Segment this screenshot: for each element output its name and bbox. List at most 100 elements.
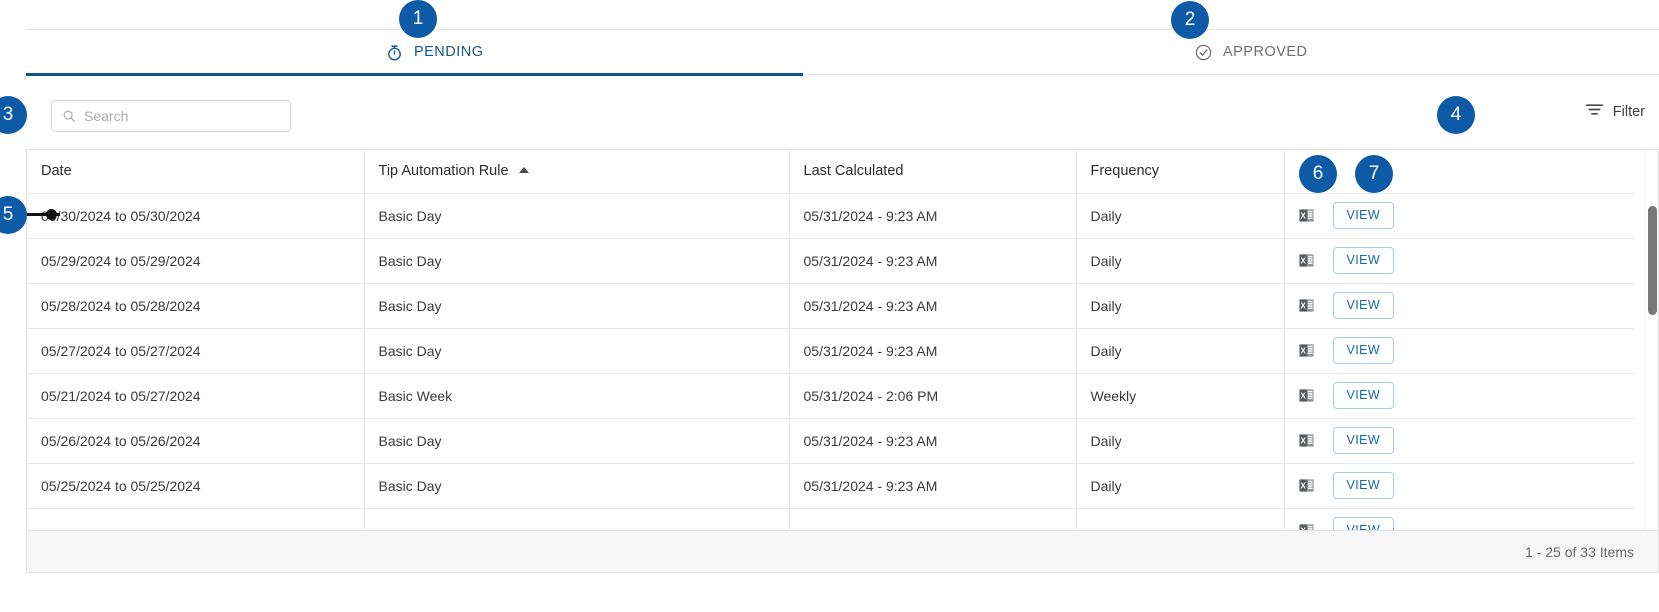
tab-pending-label: PENDING	[413, 44, 484, 60]
column-header-frequency[interactable]: Frequency	[1076, 150, 1285, 194]
view-button[interactable]: VIEW	[1332, 202, 1395, 229]
cell-last-calculated: 05/31/2024 - 9:23 AM	[789, 463, 1077, 509]
cell-actions: X VIEW	[1284, 328, 1634, 374]
callout-badge-3: 3	[0, 96, 27, 134]
cell-frequency: Daily	[1076, 463, 1285, 509]
table-row[interactable]: 05/30/2024 to 05/30/2024 Basic Day 05/31/2…	[27, 193, 1634, 239]
cell-date: 05/27/2024 to 05/27/2024	[27, 328, 365, 374]
pagination-count: 1 - 25 of 33 Items	[1525, 543, 1634, 560]
excel-icon[interactable]: X	[1298, 478, 1314, 493]
cell-date	[27, 508, 365, 530]
table-row[interactable]: 05/26/2024 to 05/26/2024 Basic Day 05/31/2…	[27, 418, 1634, 464]
excel-icon[interactable]: X	[1298, 253, 1314, 268]
cell-tip-automation-rule: Basic Day	[364, 463, 790, 509]
table-footer: 1 - 25 of 33 Items	[26, 530, 1659, 573]
cell-actions: X VIEW	[1284, 463, 1634, 509]
cell-last-calculated: 05/31/2024 - 9:23 AM	[789, 283, 1077, 329]
cell-date: 05/30/2024 to 05/30/2024	[27, 193, 365, 239]
table-row[interactable]: 05/27/2024 to 05/27/2024 Basic Day 05/31/2…	[27, 328, 1634, 374]
row-actions: X VIEW	[1298, 329, 1621, 373]
tab-pending[interactable]: PENDING	[26, 30, 843, 74]
check-circle-icon	[1194, 43, 1213, 62]
search-input[interactable]	[84, 108, 280, 124]
cell-actions: X VIEW	[1284, 283, 1634, 329]
row-actions: X VIEW	[1298, 194, 1621, 238]
column-header-last-calculated[interactable]: Last Calculated	[789, 150, 1077, 194]
table-row[interactable]: 05/21/2024 to 05/27/2024 Basic Week 05/31/…	[27, 373, 1634, 419]
filter-button[interactable]: Filter	[1585, 102, 1645, 122]
stopwatch-icon	[385, 43, 404, 62]
callout-badge-7: 7	[1355, 155, 1393, 193]
column-header-freq-label: Frequency	[1090, 163, 1160, 180]
row-actions: X VIEW	[1298, 239, 1621, 283]
search-icon	[62, 109, 76, 123]
tab-approved[interactable]: APPROVED	[843, 30, 1659, 74]
sort-ascending-icon	[518, 167, 529, 174]
svg-text:X: X	[1300, 436, 1306, 445]
excel-icon[interactable]: X	[1298, 343, 1314, 358]
cell-last-calculated	[789, 508, 1077, 530]
excel-icon[interactable]: X	[1298, 433, 1314, 448]
table-vertical-scrollbar[interactable]	[1644, 151, 1658, 530]
svg-text:X: X	[1300, 346, 1306, 355]
cell-tip-automation-rule: Basic Day	[364, 328, 790, 374]
table-row[interactable]: 05/25/2024 to 05/25/2024 Basic Day 05/31/2…	[27, 463, 1634, 509]
cell-actions: X VIEW	[1284, 193, 1634, 239]
cell-last-calculated: 05/31/2024 - 9:23 AM	[789, 238, 1077, 284]
cell-actions: X VIEW	[1284, 373, 1634, 419]
callout-badge-5: 5	[0, 196, 27, 234]
cell-actions: X VIEW	[1284, 418, 1634, 464]
table-row[interactable]: 05/28/2024 to 05/28/2024 Basic Day 05/31/2…	[27, 283, 1634, 329]
column-header-tip-automation-rule[interactable]: Tip Automation Rule	[364, 150, 790, 194]
scrollbar-thumb[interactable]	[1648, 206, 1657, 315]
cell-frequency: Daily	[1076, 283, 1285, 329]
search-box[interactable]	[51, 100, 291, 132]
cell-frequency: Daily	[1076, 238, 1285, 284]
callout-pointer-dot	[46, 209, 57, 220]
cell-actions: X VIEW	[1284, 508, 1634, 530]
cell-tip-automation-rule: Basic Day	[364, 193, 790, 239]
excel-icon[interactable]: X	[1298, 388, 1314, 403]
view-button[interactable]: VIEW	[1332, 472, 1395, 499]
callout-badge-1: 1	[399, 0, 437, 38]
cell-last-calculated: 05/31/2024 - 9:23 AM	[789, 193, 1077, 239]
view-button[interactable]: VIEW	[1332, 382, 1395, 409]
cell-last-calculated: 05/31/2024 - 2:06 PM	[789, 373, 1077, 419]
data-table: Date Tip Automation Rule Last Calculated…	[27, 150, 1634, 530]
cell-tip-automation-rule	[364, 508, 790, 530]
excel-icon[interactable]: X	[1298, 208, 1314, 223]
cell-frequency: Weekly	[1076, 373, 1285, 419]
view-button[interactable]: VIEW	[1332, 247, 1395, 274]
view-button[interactable]: VIEW	[1332, 337, 1395, 364]
row-actions: X VIEW	[1298, 464, 1621, 508]
cell-tip-automation-rule: Basic Day	[364, 418, 790, 464]
cell-last-calculated: 05/31/2024 - 9:23 AM	[789, 418, 1077, 464]
view-button[interactable]: VIEW	[1332, 292, 1395, 319]
callout-badge-2: 2	[1171, 1, 1209, 39]
svg-text:X: X	[1300, 301, 1306, 310]
excel-icon[interactable]: X	[1298, 298, 1314, 313]
table-row[interactable]: X VIEW	[27, 508, 1634, 530]
cell-frequency: Daily	[1076, 328, 1285, 374]
view-button[interactable]: VIEW	[1332, 517, 1395, 530]
column-header-calc-label: Last Calculated	[803, 163, 904, 180]
svg-text:X: X	[1300, 211, 1306, 220]
data-table-container: Date Tip Automation Rule Last Calculated…	[26, 149, 1659, 530]
column-header-date[interactable]: Date	[27, 150, 365, 194]
cell-date: 05/29/2024 to 05/29/2024	[27, 238, 365, 284]
cell-tip-automation-rule: Basic Day	[364, 283, 790, 329]
view-button[interactable]: VIEW	[1332, 427, 1395, 454]
filter-label: Filter	[1612, 104, 1645, 120]
tab-bar: PENDING APPROVED	[26, 29, 1659, 75]
cell-date: 05/26/2024 to 05/26/2024	[27, 418, 365, 464]
excel-icon[interactable]: X	[1298, 523, 1314, 530]
table-row[interactable]: 05/29/2024 to 05/29/2024 Basic Day 05/31/2…	[27, 238, 1634, 284]
cell-frequency: Daily	[1076, 193, 1285, 239]
row-actions: X VIEW	[1298, 419, 1621, 463]
callout-badge-6: 6	[1299, 155, 1337, 193]
table-body: 05/30/2024 to 05/30/2024 Basic Day 05/31/2…	[27, 193, 1634, 530]
svg-text:X: X	[1300, 256, 1306, 265]
cell-frequency	[1076, 508, 1285, 530]
cell-last-calculated: 05/31/2024 - 9:23 AM	[789, 328, 1077, 374]
cell-tip-automation-rule: Basic Week	[364, 373, 790, 419]
